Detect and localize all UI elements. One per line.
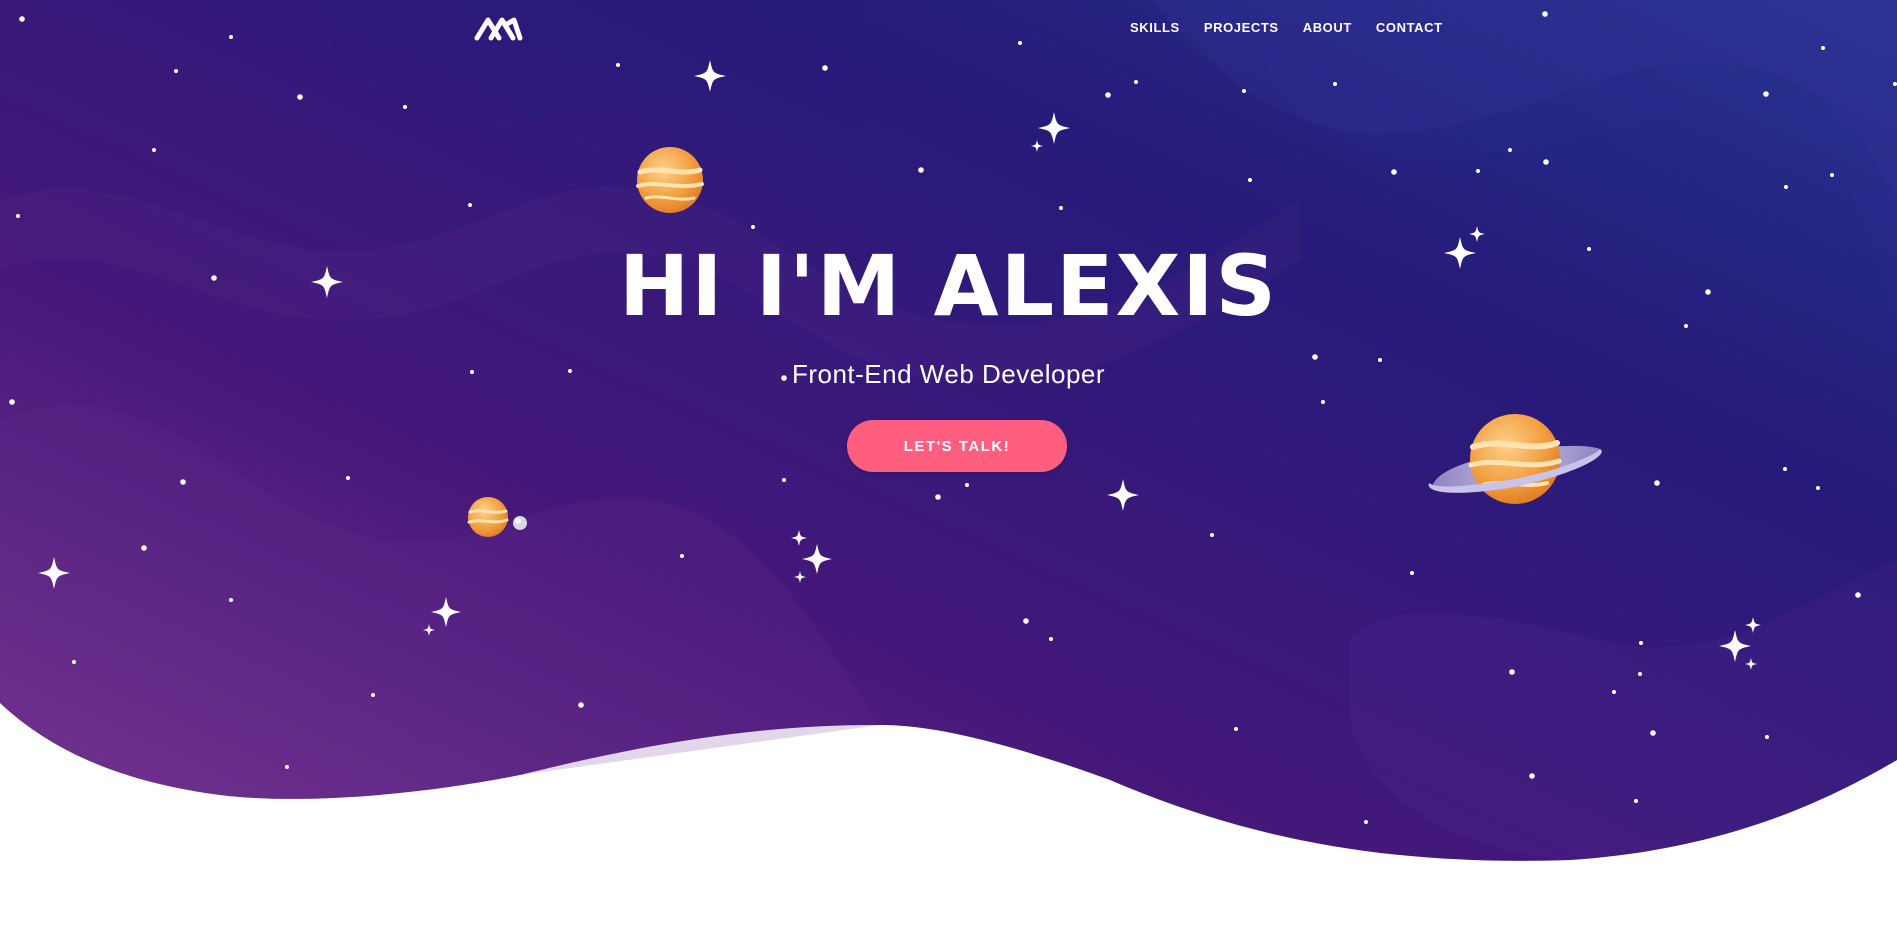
- star-dot: [285, 765, 289, 769]
- star-dot: [16, 214, 20, 218]
- star-dot: [935, 494, 941, 500]
- star-dot: [9, 399, 15, 405]
- star-dot: [1612, 690, 1616, 694]
- star-dot: [229, 598, 233, 602]
- star-dot: [578, 702, 584, 708]
- star-dot: [1210, 533, 1214, 537]
- star-dot: [1333, 82, 1337, 86]
- star-dot: [1638, 672, 1642, 676]
- star-dot: [1821, 46, 1825, 50]
- star-dot: [141, 545, 147, 551]
- star-dot: [403, 105, 407, 109]
- nav-projects[interactable]: PROJECTS: [1204, 19, 1279, 37]
- star-dot: [751, 225, 755, 229]
- star-dot: [1765, 735, 1769, 739]
- star-dot: [1509, 669, 1515, 675]
- star-dot: [782, 478, 786, 482]
- star-dot: [229, 35, 233, 39]
- star-dot: [1234, 727, 1238, 731]
- star-dot: [1654, 480, 1660, 486]
- star-dot: [1529, 773, 1535, 779]
- star-dot: [72, 660, 76, 664]
- star-dot: [1816, 486, 1820, 490]
- star-dot: [1542, 11, 1548, 17]
- nav-about[interactable]: ABOUT: [1303, 19, 1352, 37]
- star-dot: [346, 476, 350, 480]
- mountain-logo-icon[interactable]: [474, 14, 524, 42]
- star-dot: [1634, 799, 1638, 803]
- star-dot: [1893, 82, 1897, 86]
- star-dot: [1391, 169, 1397, 175]
- star-dot: [1543, 159, 1549, 165]
- star-dot: [1105, 92, 1111, 98]
- star-dot: [680, 554, 684, 558]
- star-dot: [180, 479, 186, 485]
- nav-contact[interactable]: CONTACT: [1376, 19, 1443, 37]
- star-dot: [1639, 641, 1643, 645]
- star-dot: [174, 69, 178, 73]
- star-dot: [1134, 80, 1138, 84]
- lets-talk-button[interactable]: LET'S TALK!: [847, 420, 1067, 472]
- hero-subtitle: Front-End Web Developer: [791, 359, 1106, 389]
- star-dot: [965, 483, 969, 487]
- star-dot: [616, 63, 620, 67]
- star-dot: [918, 167, 924, 173]
- star-dot: [1476, 169, 1480, 173]
- star-dot: [1049, 637, 1053, 641]
- star-dot: [1855, 592, 1861, 598]
- star-dot: [19, 16, 25, 22]
- star-dot: [1783, 467, 1787, 471]
- star-dot: [1059, 206, 1063, 210]
- star-dot: [1364, 820, 1368, 824]
- star-dot: [1018, 41, 1022, 45]
- star-dot: [1321, 400, 1325, 404]
- star-dot: [1650, 730, 1656, 736]
- star-dot: [1784, 185, 1788, 189]
- hero-title: HI I'M ALEXIS: [618, 237, 1279, 335]
- star-dot: [1830, 173, 1834, 177]
- star-dot: [822, 65, 828, 71]
- star-dot: [1508, 148, 1512, 152]
- star-dot: [152, 148, 156, 152]
- star-dot: [371, 693, 375, 697]
- star-dot: [1242, 89, 1246, 93]
- hero-section: SKILLS PROJECTS ABOUT CONTACT HI I'M ALE…: [0, 0, 1897, 929]
- star-dot: [1763, 91, 1769, 97]
- star-dot: [1248, 178, 1252, 182]
- nav-skills[interactable]: SKILLS: [1130, 19, 1180, 37]
- star-dot: [297, 94, 303, 100]
- star-dot: [1410, 571, 1414, 575]
- main-nav: SKILLS PROJECTS ABOUT CONTACT: [1130, 19, 1443, 37]
- star-dot: [1023, 618, 1029, 624]
- star-dot: [468, 203, 472, 207]
- planet-small-orange: [636, 147, 704, 213]
